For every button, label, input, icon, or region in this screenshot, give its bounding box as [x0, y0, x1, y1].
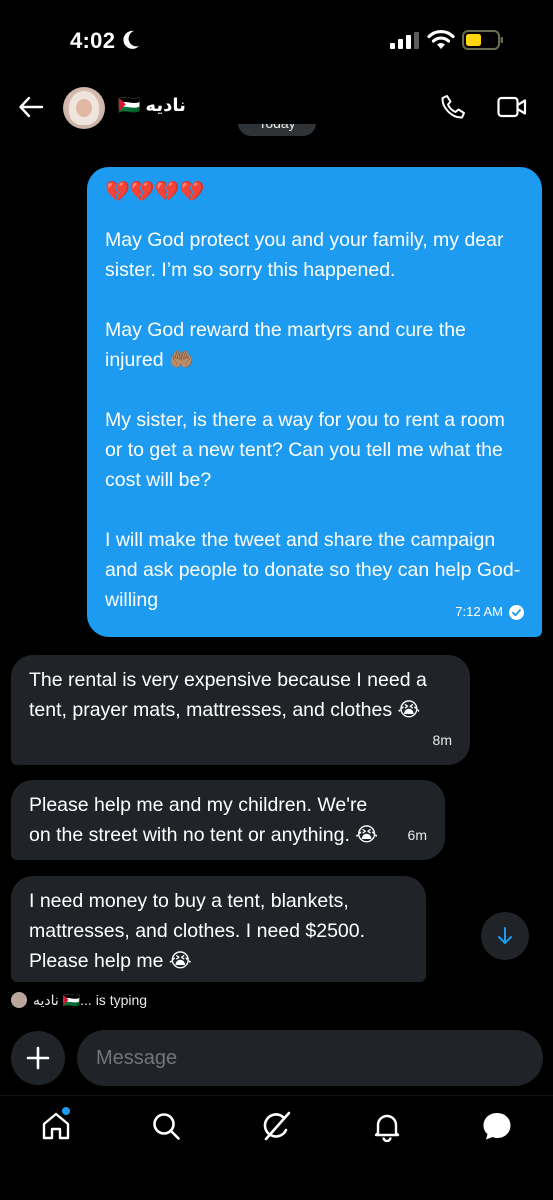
message-time: 7:12 AM: [455, 604, 503, 619]
cellular-signal-icon: [390, 32, 419, 49]
nav-search[interactable]: [150, 1110, 182, 1142]
arrow-down-icon: [498, 927, 512, 944]
check-circle-icon: [509, 604, 524, 620]
notification-dot: [62, 1107, 70, 1115]
bottom-navigation: [0, 1095, 553, 1200]
plus-icon: [26, 1046, 50, 1070]
typing-indicator: نادیه 🇵🇸... is typing: [11, 989, 147, 1011]
message-time: 8m: [432, 732, 452, 748]
battery-icon: [462, 30, 503, 50]
moon-icon: [123, 30, 139, 49]
message-meta: 7:12 AM: [455, 597, 524, 627]
nav-notifications[interactable]: [371, 1110, 403, 1143]
contact-avatar[interactable]: [63, 87, 105, 129]
nav-messages[interactable]: [481, 1110, 513, 1142]
message-text: 💔💔💔💔: [105, 181, 205, 203]
contact-name[interactable]: نادیه 🇵🇸: [118, 95, 186, 116]
message-text: Please help me and my children. We're on…: [29, 794, 379, 846]
message-paragraph: My sister, is there a way for you to ren…: [105, 409, 511, 491]
status-time: 4:02: [70, 28, 116, 53]
received-message-bubble[interactable]: Please help me and my children. We're on…: [11, 780, 445, 860]
message-text: The rental is very expensive because I n…: [29, 669, 433, 721]
typing-text: نادیه 🇵🇸... is typing: [33, 991, 148, 1008]
wifi-icon: [427, 29, 455, 49]
attach-button[interactable]: [11, 1031, 65, 1085]
date-separator: Today: [238, 124, 316, 136]
back-arrow-icon[interactable]: [18, 94, 44, 120]
messages-icon: [483, 1113, 511, 1140]
grok-icon: [263, 1111, 291, 1141]
message-input[interactable]: [77, 1030, 543, 1086]
scroll-to-bottom-button[interactable]: [481, 912, 529, 960]
message-paragraph: May God reward the martyrs and cure the …: [105, 319, 472, 371]
message-paragraph: May God protect you and your family, my …: [105, 229, 509, 281]
nav-grok[interactable]: [261, 1110, 293, 1142]
received-message-bubble[interactable]: The rental is very expensive because I n…: [11, 655, 470, 765]
message-time: 6m: [407, 827, 427, 843]
received-message-bubble[interactable]: I need money to buy a tent, blankets, ma…: [11, 876, 426, 982]
bell-icon: [374, 1114, 400, 1143]
typing-avatar: [11, 992, 27, 1008]
message-text: I need money to buy a tent, blankets, ma…: [29, 890, 371, 972]
status-bar: 4:02: [0, 0, 553, 84]
search-icon: [153, 1113, 180, 1140]
sent-message-bubble[interactable]: 💔💔💔💔 May God protect you and your family…: [87, 167, 542, 637]
video-camera-icon[interactable]: [497, 95, 527, 119]
phone-icon[interactable]: [440, 94, 466, 120]
message-thread[interactable]: Today 💔💔💔💔 May God protect you and your …: [0, 124, 553, 984]
